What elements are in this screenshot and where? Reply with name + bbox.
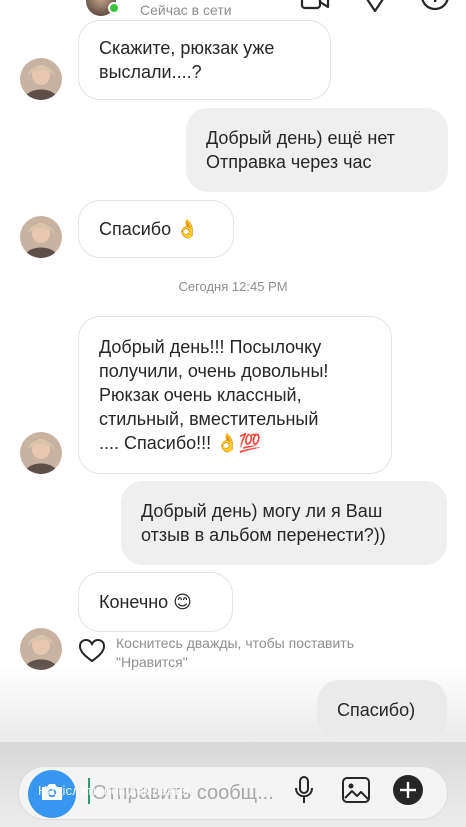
plus-icon xyxy=(392,774,424,811)
header-status: Сейчас в сети xyxy=(140,2,232,18)
message-timestamp: Сегодня 12:45 PM xyxy=(178,279,288,294)
incoming-message[interactable]: Конечно 😊 xyxy=(78,572,233,632)
like-hint-text: Коснитесь дважды, чтобы поставить "Нрави… xyxy=(116,635,355,670)
outgoing-message[interactable]: Добрый день) ещё нет Отправка через час xyxy=(186,108,448,192)
microphone-icon xyxy=(293,775,315,810)
incoming-message[interactable]: Добрый день!!! Посылочку получили, очень… xyxy=(78,316,392,474)
contact-avatar[interactable] xyxy=(20,432,62,474)
contact-avatar[interactable] xyxy=(20,58,62,100)
heart-icon[interactable] xyxy=(78,638,106,664)
incoming-message[interactable]: Спасибо 👌 xyxy=(78,200,234,258)
gallery-button[interactable] xyxy=(340,776,372,808)
contact-avatar[interactable] xyxy=(20,628,62,670)
outgoing-message[interactable]: Добрый день) могу ли я Ваш отзыв в альбо… xyxy=(121,481,447,565)
paper-plane-icon[interactable] xyxy=(360,0,390,12)
like-hint: Коснитесь дважды, чтобы поставить "Нрави… xyxy=(78,634,416,672)
incoming-message[interactable]: Скажите, рюкзак уже выслали....? xyxy=(78,20,331,100)
chat-header: Сейчас в сети xyxy=(0,0,466,22)
gallery-icon xyxy=(341,776,371,809)
outgoing-message[interactable]: Спасибо) xyxy=(317,680,447,740)
video-icon[interactable] xyxy=(300,0,330,12)
info-icon[interactable] xyxy=(420,0,450,12)
microphone-button[interactable] xyxy=(288,775,320,810)
accessibility-overlay-label: Надіслати повідомлення xyxy=(38,783,190,798)
contact-avatar[interactable] xyxy=(20,216,62,258)
online-indicator xyxy=(108,2,120,14)
plus-button[interactable] xyxy=(392,774,424,811)
